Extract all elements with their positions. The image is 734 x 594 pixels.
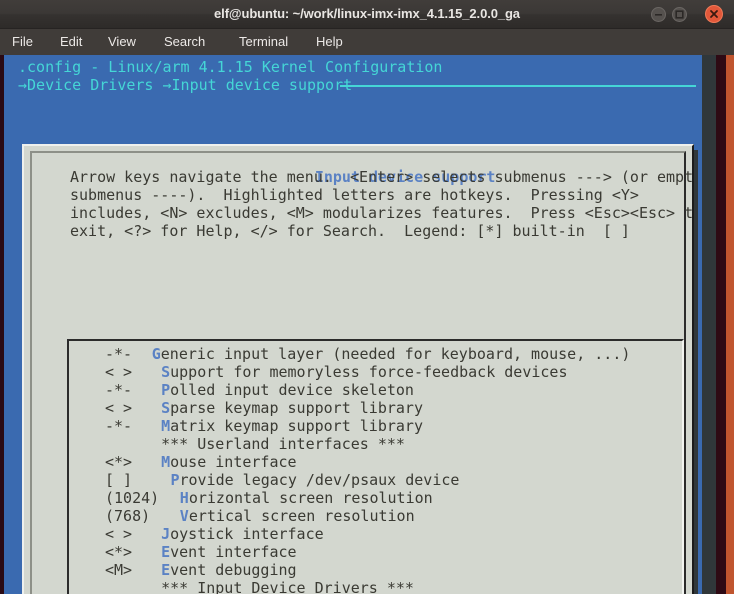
menu-item-label: Provide legacy /dev/psaux device	[170, 471, 459, 489]
hotkey-letter: J	[161, 525, 170, 543]
menu-item-label: Horizontal screen resolution	[180, 489, 433, 507]
menu-item[interactable]: <M> Event debugging	[69, 561, 682, 579]
menu-item-label: Event interface	[161, 543, 296, 561]
menu-item[interactable]: < > Joystick interface	[69, 525, 682, 543]
menu-item-tag: < >	[105, 399, 132, 417]
menubar-item-terminal[interactable]: Terminal	[235, 29, 292, 55]
menubar-item-edit[interactable]: Edit	[56, 29, 86, 55]
help-line: includes, <N> excludes, <M> modularizes …	[70, 204, 694, 222]
menu-item[interactable]: [ ] Provide legacy /dev/psaux device	[69, 471, 682, 489]
menu-list-box[interactable]: -*- Generic input layer (needed for keybo…	[67, 339, 684, 594]
menu-item-tag: -*-	[105, 345, 132, 363]
menu-item[interactable]: *** Input Device Drivers ***	[69, 579, 682, 594]
hotkey-letter: P	[161, 381, 170, 399]
minimize-icon[interactable]	[651, 7, 666, 22]
menu-item[interactable]: -*- Matrix keymap support library	[69, 417, 682, 435]
terminal-window: elf@ubuntu: ~/work/linux-imx-imx_4.1.15_…	[0, 0, 734, 594]
menu-item-tag: <*>	[105, 453, 132, 471]
menu-item-tag: < >	[105, 525, 132, 543]
menu-item-label: Matrix keymap support library	[161, 417, 423, 435]
help-line: submenus ----). Highlighted letters are …	[70, 186, 639, 204]
menu-item-tag: -*-	[105, 381, 132, 399]
menu-item-label: *** Userland interfaces ***	[161, 435, 405, 453]
window-title: elf@ubuntu: ~/work/linux-imx-imx_4.1.15_…	[0, 0, 734, 28]
menu-item-label: Mouse interface	[161, 453, 296, 471]
menu-item-label: Support for memoryless force-feedback de…	[161, 363, 567, 381]
menu-item[interactable]: (1024) Horizontal screen resolution	[69, 489, 682, 507]
menu-item-tag: [ ]	[105, 471, 132, 489]
terminal-screen: .config - Linux/arm 4.1.15 Kernel Config…	[0, 55, 734, 594]
hotkey-letter: E	[161, 561, 170, 579]
menu-item-tag: <M>	[105, 561, 132, 579]
menubar-item-view[interactable]: View	[104, 29, 140, 55]
breadcrumb-rule	[340, 85, 696, 87]
hotkey-letter: S	[161, 399, 170, 417]
hotkey-letter: S	[161, 363, 170, 381]
menu-item[interactable]: -*- Generic input layer (needed for keybo…	[69, 345, 682, 363]
right-edge-maroon	[716, 55, 726, 594]
menubar-item-search[interactable]: Search	[160, 29, 209, 55]
menu-item-label: Vertical screen resolution	[180, 507, 415, 525]
help-line: exit, <?> for Help, </> for Search. Lege…	[70, 222, 630, 240]
menubar-item-file[interactable]: File	[8, 29, 37, 55]
hotkey-letter: E	[161, 543, 170, 561]
hotkey-letter: M	[161, 453, 170, 471]
menu-item-tag: -*-	[105, 417, 132, 435]
menu-item-label: Sparse keymap support library	[161, 399, 423, 417]
menu-item[interactable]: <*> Event interface	[69, 543, 682, 561]
close-icon[interactable]	[705, 5, 723, 23]
menu-item-label: Polled input device skeleton	[161, 381, 414, 399]
menubar-item-help[interactable]: Help	[312, 29, 347, 55]
menu-item-label: Event debugging	[161, 561, 296, 579]
menu-item-label: Generic input layer (needed for keyboard…	[152, 345, 631, 363]
menu-item[interactable]: < > Sparse keymap support library	[69, 399, 682, 417]
hotkey-letter: M	[161, 417, 170, 435]
menu-item-tag: <*>	[105, 543, 132, 561]
hotkey-letter: H	[180, 489, 189, 507]
menu-item[interactable]: <*> Mouse interface	[69, 453, 682, 471]
menu-item[interactable]: (768) Vertical screen resolution	[69, 507, 682, 525]
menubar: File Edit View Search Terminal Help	[0, 29, 734, 55]
menu-item[interactable]: -*- Polled input device skeleton	[69, 381, 682, 399]
menu-item-tag: < >	[105, 363, 132, 381]
window-titlebar: elf@ubuntu: ~/work/linux-imx-imx_4.1.15_…	[0, 0, 734, 29]
menu-list: -*- Generic input layer (needed for keybo…	[69, 341, 682, 594]
menuconfig-header-title: .config - Linux/arm 4.1.15 Kernel Config…	[18, 58, 442, 76]
right-edge-orange	[726, 55, 734, 594]
hotkey-letter: G	[152, 345, 161, 363]
menuconfig-dialog: Input device support Arrow keys navigate…	[22, 144, 694, 594]
maximize-icon[interactable]	[672, 7, 687, 22]
menu-item-label: Joystick interface	[161, 525, 324, 543]
help-line: Arrow keys navigate the menu. <Enter> se…	[70, 168, 694, 186]
hotkey-letter: V	[180, 507, 189, 525]
menu-item-tag: (768)	[105, 507, 150, 525]
menu-item-label: *** Input Device Drivers ***	[161, 579, 414, 594]
menuconfig-breadcrumb: →Device Drivers →Input device support	[18, 76, 352, 94]
menu-item[interactable]: *** Userland interfaces ***	[69, 435, 682, 453]
menu-item[interactable]: < > Support for memoryless force-feedback…	[69, 363, 682, 381]
menu-item-tag: (1024)	[105, 489, 159, 507]
